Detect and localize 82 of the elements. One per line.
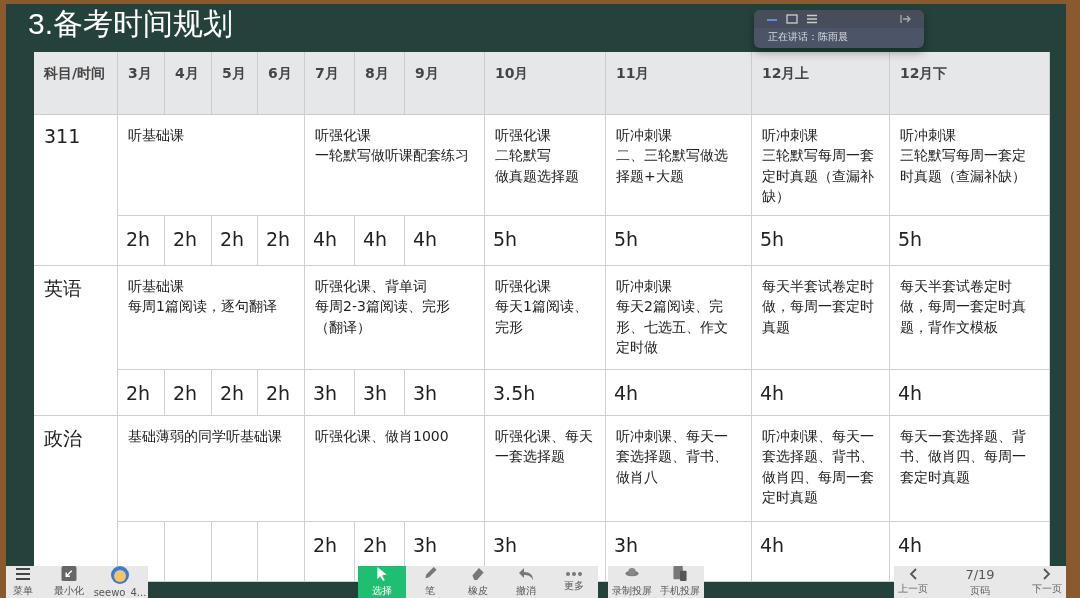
- plan-text: 每周1篇阅读，逐句翻译: [128, 297, 277, 317]
- plan-text: 每天半套试卷定时做，每周一套定时真题: [762, 277, 875, 337]
- hours-cell: 2h: [212, 216, 258, 266]
- plan-text: 每周2-3篇阅读、完形（翻译）: [315, 297, 451, 337]
- column-header: 3月: [118, 52, 165, 115]
- plan-text: 听基础课: [128, 126, 184, 145]
- window-icon[interactable]: [786, 14, 798, 24]
- column-header: 4月: [165, 52, 212, 115]
- hours-cell: 2h: [165, 216, 212, 266]
- plan-text: 听强化课: [315, 126, 371, 145]
- plan-text: 听冲刺课: [616, 126, 672, 145]
- plan-text: 听基础课: [128, 277, 184, 296]
- slide-title: 3.备考时间规划: [28, 6, 234, 42]
- plan-text: 听强化课、每天一套选择题: [495, 427, 594, 467]
- hours-cell: 2h: [212, 370, 258, 416]
- hours-cell: 4h: [890, 370, 1050, 416]
- column-header: 7月: [305, 52, 355, 115]
- more-icon: [566, 571, 582, 576]
- menu-icon[interactable]: [806, 14, 818, 24]
- column-header: 6月: [258, 52, 305, 115]
- plan-text: 一轮默写做听课配套练习: [315, 146, 469, 166]
- plan-text: 每天半套试卷定时做，每周一套定时真题，背作文模板: [900, 277, 1027, 337]
- column-header: 11月: [606, 52, 752, 115]
- plan-text: 三轮默写每周一套定时真题（查漏补缺）: [900, 146, 1027, 186]
- hours-cell: 5h: [606, 216, 752, 266]
- exit-icon[interactable]: [900, 14, 912, 24]
- hours-cell: 4h: [405, 216, 485, 266]
- plan-text: 每天一套选择题、背书、做肖四、每周一套定时真题: [900, 427, 1027, 487]
- eraser-icon: [470, 566, 486, 581]
- column-header: 12月上: [752, 52, 890, 115]
- column-header: 9月: [405, 52, 485, 115]
- speaking-status: 正在讲话：陈雨晨: [767, 30, 849, 44]
- plan-text: 听冲刺课、每天一套选择题、背书、做肖八: [616, 427, 729, 487]
- hours-cell: 4h: [752, 370, 890, 416]
- column-header: 8月: [355, 52, 405, 115]
- hours-cell: 4h: [752, 522, 890, 582]
- page-number: 7/19: [965, 566, 995, 582]
- plan-text: 听冲刺课: [900, 126, 956, 145]
- hours-cell: 4h: [606, 370, 752, 416]
- plan-text: 听冲刺课: [616, 277, 672, 296]
- hours-cell: 2h: [258, 370, 305, 416]
- hours-cell: 2h: [118, 216, 165, 266]
- column-header: 科目/时间: [34, 52, 118, 115]
- column-header: 12月下: [890, 52, 1050, 115]
- undo-icon: [518, 566, 534, 581]
- hours-cell: 4h: [355, 216, 405, 266]
- hours-cell: 5h: [752, 216, 890, 266]
- hours-cell: 3.5h: [485, 370, 606, 416]
- hours-cell: 3h: [355, 370, 405, 416]
- plan-text: 听强化课: [495, 126, 551, 145]
- plan-text: 三轮默写每周一套定时真题（查漏补缺）: [762, 146, 875, 206]
- plan-text: 每天1篇阅读、完形: [495, 297, 589, 337]
- hours-cell: 5h: [485, 216, 606, 266]
- hours-cell: 2h: [118, 370, 165, 416]
- chevron-right-icon: [1043, 568, 1051, 580]
- page-label: 页码: [970, 583, 990, 598]
- subject-cell: 311: [34, 115, 118, 266]
- hours-cell: 2h: [258, 216, 305, 266]
- plan-text: 做真题选择题: [495, 166, 579, 186]
- column-header: 10月: [485, 52, 606, 115]
- column-header: 5月: [212, 52, 258, 115]
- plan-text: 听冲刺课、每天一套选择题、背书、做肖四、每周一套定时真题: [762, 427, 875, 507]
- plan-text: 二、三轮默写做选择题+大题: [616, 146, 729, 186]
- hours-cell: 2h: [305, 522, 355, 582]
- avatar-icon: [111, 566, 129, 584]
- hours-cell: 4h: [305, 216, 355, 266]
- plan-text: 基础薄弱的同学听基础课: [128, 427, 282, 446]
- hours-cell: 3h: [305, 370, 355, 416]
- phone-screen-icon: [673, 566, 687, 581]
- plan-text: 听冲刺课: [762, 126, 818, 145]
- hours-cell: 2h: [165, 370, 212, 416]
- plan-text: 二轮默写: [495, 146, 551, 166]
- hours-cell: 5h: [890, 216, 1050, 266]
- menu-icon: [15, 566, 31, 581]
- chevron-left-icon: [909, 568, 917, 580]
- plan-text: 听强化课、做肖1000: [315, 427, 449, 446]
- subject-cell: 英语: [34, 266, 118, 416]
- hours-cell: 3h: [405, 370, 485, 416]
- pen-icon: [422, 566, 438, 581]
- plan-text: 听强化课: [495, 277, 551, 296]
- plan-text: 每天2篇阅读、完形、七选五、作文定时做: [616, 297, 729, 357]
- plan-text: 听强化课、背单词: [315, 277, 427, 296]
